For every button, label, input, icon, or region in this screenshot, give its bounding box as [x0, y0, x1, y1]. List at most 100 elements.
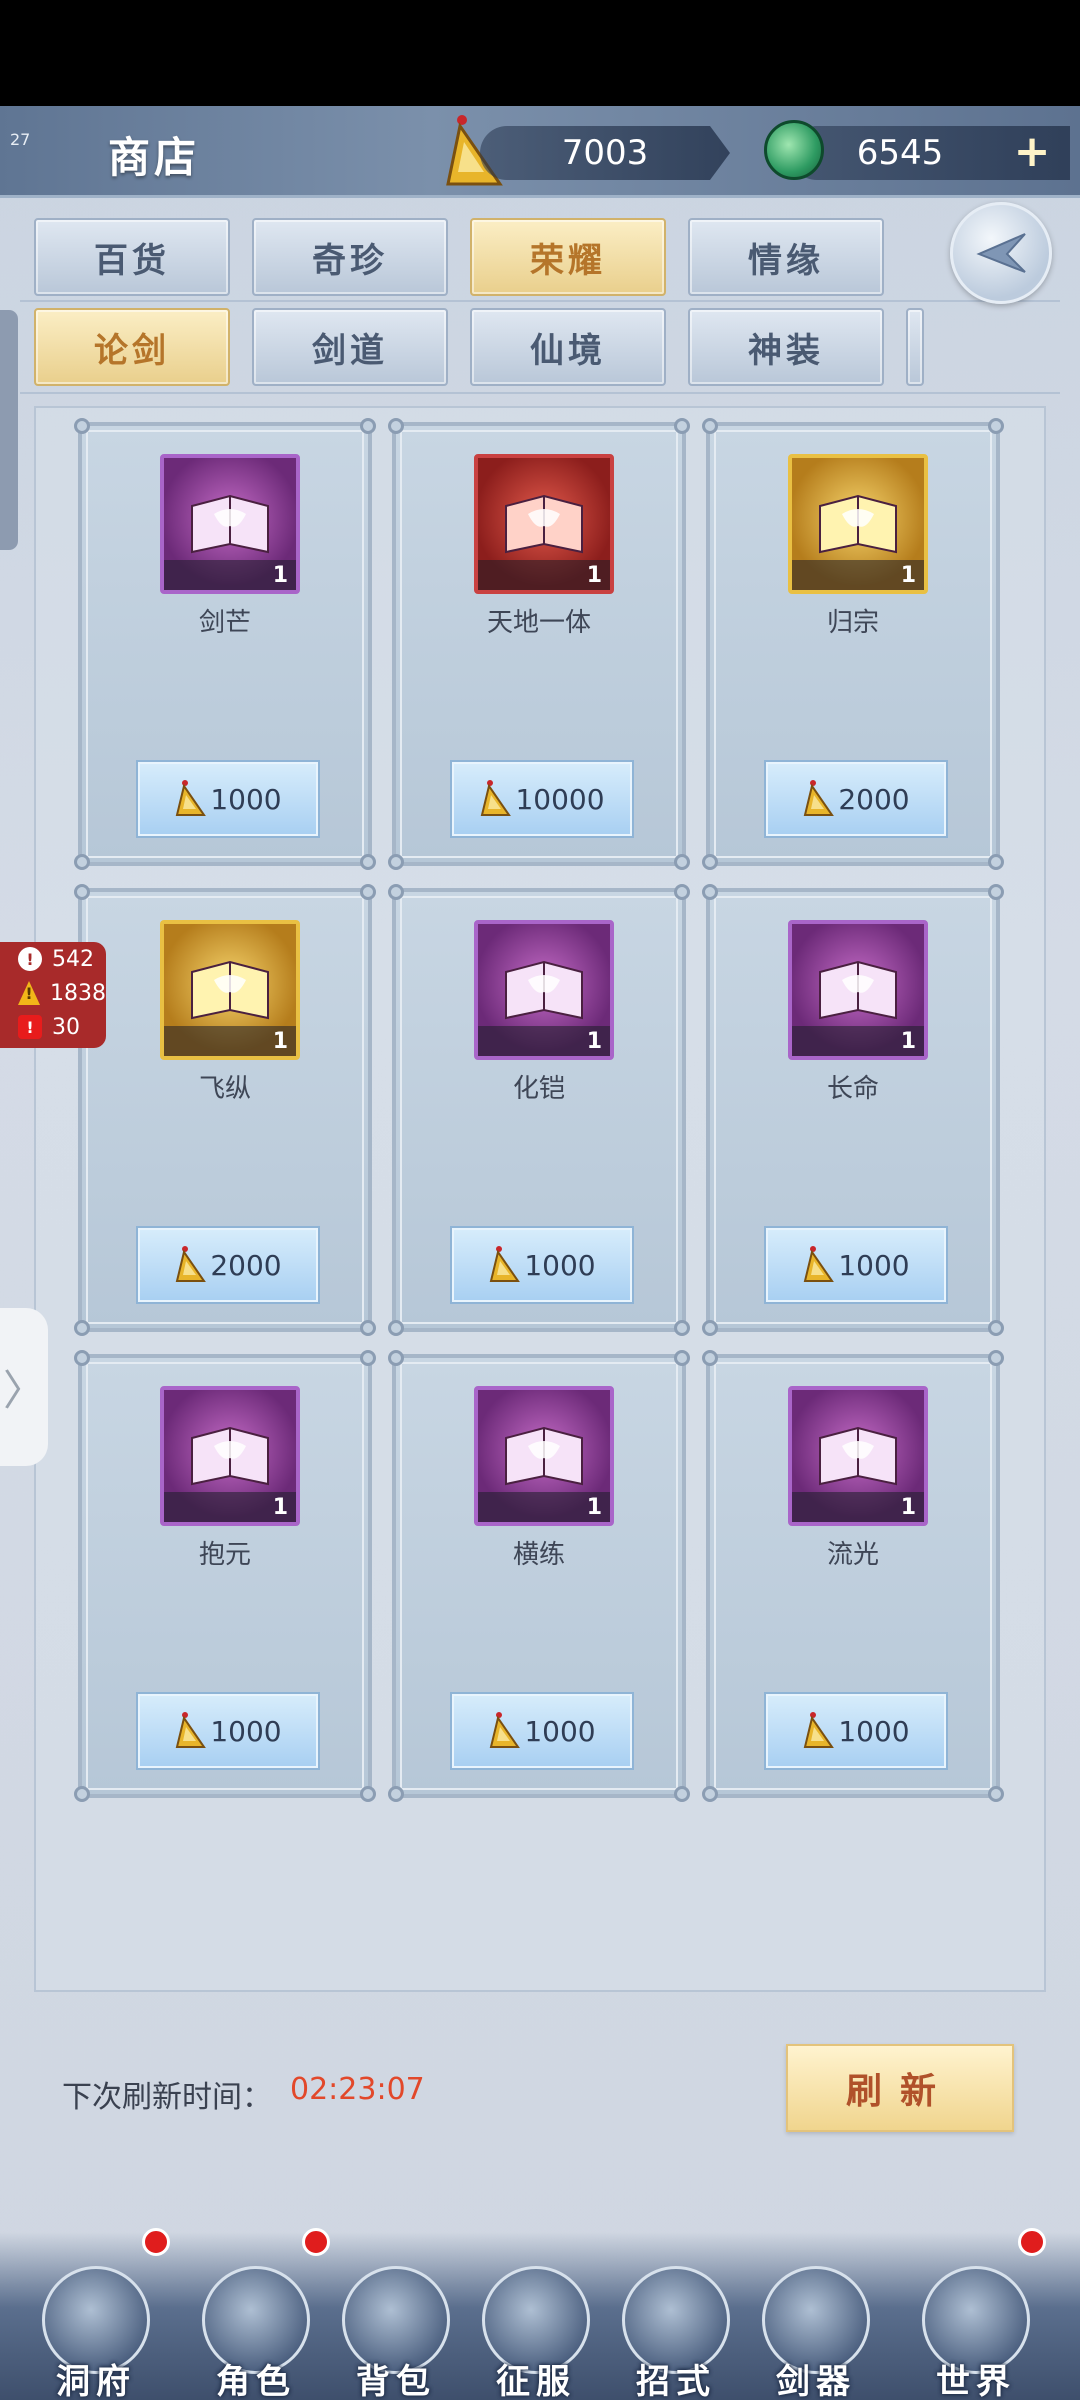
card-corner: [674, 854, 690, 870]
honor-token-icon: [176, 1246, 207, 1282]
nav-label: 招式: [636, 2362, 716, 2400]
item-price: 10000: [515, 782, 605, 816]
item-icon[interactable]: 1: [160, 920, 300, 1060]
buy-button[interactable]: 1000: [766, 1228, 946, 1302]
buy-button[interactable]: 1000: [452, 1228, 632, 1302]
jade-currency-value: 6545: [856, 133, 944, 173]
refresh-button[interactable]: 刷新: [786, 2044, 1014, 2132]
nav-conquest[interactable]: 征服: [466, 2232, 606, 2400]
tab-qingyuan[interactable]: 情缘: [688, 218, 884, 296]
nav-cave-dwelling[interactable]: 洞府: [26, 2228, 170, 2400]
card-corner: [988, 854, 1004, 870]
tab-jiandao[interactable]: 剑道: [252, 308, 448, 386]
nav-sword-gear[interactable]: 剑器: [746, 2232, 886, 2400]
item-name: 流光: [826, 1540, 879, 1570]
buy-button[interactable]: 1000: [766, 1694, 946, 1768]
item-price: 1000: [210, 782, 282, 816]
item-icon[interactable]: 1: [474, 454, 614, 594]
shop-item-card[interactable]: 1 流光 1000: [702, 1350, 1004, 1802]
item-icon[interactable]: 1: [160, 1386, 300, 1526]
debug-warning-widget[interactable]: ! 542 ! 1838 ! 30: [0, 942, 106, 1048]
card-corner: [702, 1350, 718, 1366]
item-icon[interactable]: 1: [788, 454, 928, 594]
refresh-button-label: 刷新: [845, 2070, 954, 2112]
buy-button[interactable]: 10000: [452, 762, 632, 836]
honor-token-icon: [176, 780, 207, 816]
nav-backpack[interactable]: 背包: [326, 2232, 466, 2400]
tab-overflow[interactable]: [906, 308, 924, 386]
skill-book-icon: [819, 494, 897, 554]
skill-book-icon: [191, 960, 269, 1020]
card-corner: [702, 884, 718, 900]
card-corner: [360, 1350, 376, 1366]
buy-button[interactable]: 1000: [138, 1694, 318, 1768]
buy-button[interactable]: 2000: [766, 762, 946, 836]
card-corner: [674, 1320, 690, 1336]
buy-button[interactable]: 1000: [452, 1694, 632, 1768]
honor-token-icon: [490, 1712, 521, 1748]
item-price: 1000: [838, 1714, 910, 1748]
tab-label: 百货: [94, 240, 170, 281]
card-corner: [388, 418, 404, 434]
item-price: 1000: [524, 1248, 596, 1282]
shop-item-card[interactable]: 1 抱元 1000: [74, 1350, 376, 1802]
skill-book-icon: [505, 494, 583, 554]
tab-lunjian[interactable]: 论剑: [34, 308, 230, 386]
error-icon: !: [18, 1015, 42, 1039]
tab-label: 论剑: [94, 330, 170, 371]
add-currency-button[interactable]: +: [1010, 126, 1054, 178]
item-name: 抱元: [198, 1540, 251, 1570]
shop-item-card[interactable]: 1 归宗 2000: [702, 418, 1004, 870]
shop-item-card[interactable]: 1 长命 1000: [702, 884, 1004, 1336]
buy-button[interactable]: 1000: [138, 762, 318, 836]
side-expand-handle[interactable]: 〉: [0, 1308, 48, 1466]
honor-token-icon: [490, 1246, 521, 1282]
error-count-row: ! 30: [0, 1010, 106, 1044]
item-quantity: 1: [272, 1029, 288, 1054]
tab-qizhen[interactable]: 奇珍: [252, 218, 448, 296]
card-corner: [388, 1350, 404, 1366]
back-button[interactable]: [950, 202, 1052, 304]
skill-book-icon: [191, 494, 269, 554]
item-icon[interactable]: 1: [788, 920, 928, 1060]
item-name: 天地一体: [486, 608, 591, 638]
tab-divider: [20, 392, 1060, 394]
card-corner: [702, 418, 718, 434]
back-arrow-icon: [976, 233, 1026, 273]
shop-item-card[interactable]: 1 剑芒 1000: [74, 418, 376, 870]
item-quantity: 1: [900, 1029, 916, 1054]
tab-shenzhuang[interactable]: 神装: [688, 308, 884, 386]
card-corner: [702, 854, 718, 870]
item-name: 飞纵: [198, 1074, 251, 1104]
nav-character[interactable]: 角色: [186, 2228, 330, 2400]
honor-token-icon: [804, 780, 835, 816]
tab-baihuo[interactable]: 百货: [34, 218, 230, 296]
nav-world[interactable]: 世界: [906, 2228, 1046, 2400]
item-icon[interactable]: 1: [474, 920, 614, 1060]
card-corner: [674, 1786, 690, 1802]
card-corner: [674, 884, 690, 900]
left-scroll-handle[interactable]: [0, 310, 18, 550]
card-corner: [360, 418, 376, 434]
buy-button[interactable]: 2000: [138, 1228, 318, 1302]
item-icon[interactable]: 1: [160, 454, 300, 594]
shop-item-card[interactable]: 1 横练 1000: [388, 1350, 690, 1802]
error-count: 30: [52, 1014, 80, 1040]
item-quantity: 1: [900, 1495, 916, 1520]
item-name: 横练: [512, 1540, 565, 1570]
refresh-countdown: 02:23:07: [290, 2072, 425, 2107]
shop-item-card[interactable]: 1 飞纵 2000: [74, 884, 376, 1336]
shop-item-panel: 1 剑芒 1000 1 天地一体 10000 1 归宗 2000 1 飞纵 2000 1 化铠 1000 1 长…: [34, 406, 1046, 1992]
nav-moves[interactable]: 招式: [606, 2232, 746, 2400]
shop-item-card[interactable]: 1 天地一体 10000: [388, 418, 690, 870]
status-bar: [0, 0, 1080, 106]
tab-rongyao[interactable]: 荣耀: [470, 218, 666, 296]
tab-label: 荣耀: [530, 240, 606, 281]
tab-xianjing[interactable]: 仙境: [470, 308, 666, 386]
item-icon[interactable]: 1: [788, 1386, 928, 1526]
item-icon[interactable]: 1: [474, 1386, 614, 1526]
shop-item-card[interactable]: 1 化铠 1000: [388, 884, 690, 1336]
item-price: 2000: [838, 782, 910, 816]
page-title: 商店: [108, 133, 201, 182]
item-quantity: 1: [586, 1495, 602, 1520]
